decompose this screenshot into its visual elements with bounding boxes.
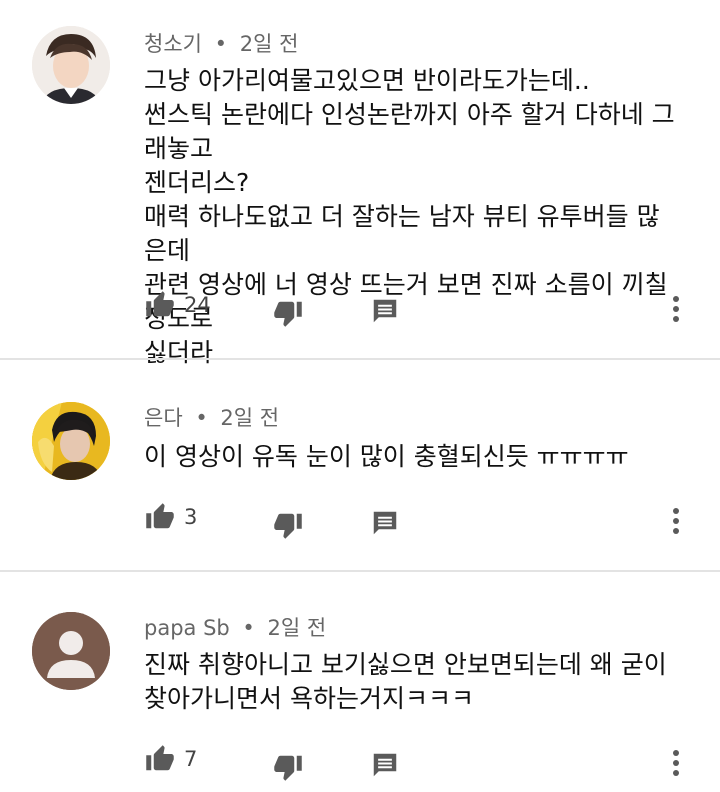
like-icon [146, 503, 174, 529]
comment-meta: 은다 • 2일 전 [144, 402, 279, 432]
separator-dot: • [195, 406, 208, 430]
comment-divider [0, 358, 720, 360]
comment-divider [0, 570, 720, 572]
more-vert-icon [673, 750, 679, 776]
like-button[interactable]: 7 [144, 744, 197, 774]
author-name[interactable]: papa Sb [144, 616, 230, 640]
more-options-button[interactable] [670, 294, 682, 324]
avatar[interactable] [32, 26, 110, 104]
reply-icon [373, 753, 397, 777]
comment-meta: 청소기 • 2일 전 [144, 28, 298, 58]
like-icon [146, 291, 174, 317]
like-button[interactable]: 24 [144, 290, 211, 320]
like-icon [146, 745, 174, 771]
dislike-icon [274, 755, 302, 781]
like-count: 7 [184, 747, 198, 771]
separator-dot: • [214, 32, 228, 56]
comment-actions: 7 [144, 744, 720, 784]
dislike-button[interactable] [272, 298, 304, 328]
avatar[interactable] [32, 612, 110, 690]
dislike-icon [274, 301, 302, 327]
reply-button[interactable] [370, 750, 400, 780]
reply-button[interactable] [370, 296, 400, 326]
comment-actions: 3 [144, 502, 720, 542]
comment-time: 2일 전 [220, 406, 280, 430]
author-name[interactable]: 청소기 [144, 32, 202, 56]
like-count: 3 [184, 505, 198, 529]
reply-button[interactable] [370, 508, 400, 538]
comment-text: 진짜 취향아니고 보기싫으면 안보면되는데 왜 굳이 찾아가니면서 욕하는거지ㅋ… [144, 650, 667, 713]
like-count: 24 [184, 293, 211, 317]
more-options-button[interactable] [670, 748, 682, 778]
comment-actions: 24 [144, 290, 720, 330]
more-vert-icon [673, 508, 679, 534]
dislike-button[interactable] [272, 510, 304, 540]
more-options-button[interactable] [670, 506, 682, 536]
like-button[interactable]: 3 [144, 502, 197, 532]
reply-icon [373, 511, 397, 535]
comment-time: 2일 전 [239, 32, 299, 56]
avatar[interactable] [32, 402, 110, 480]
dislike-button[interactable] [272, 752, 304, 782]
more-vert-icon [673, 296, 679, 322]
comment-text: 이 영상이 유독 눈이 많이 충혈되신듯 ㅠㅠㅠㅠ [144, 442, 629, 471]
comment-meta: papa Sb • 2일 전 [144, 612, 326, 642]
author-name[interactable]: 은다 [144, 406, 183, 430]
separator-dot: • [242, 616, 255, 640]
dislike-icon [274, 513, 302, 539]
reply-icon [373, 299, 397, 323]
comment-time: 2일 전 [267, 616, 327, 640]
